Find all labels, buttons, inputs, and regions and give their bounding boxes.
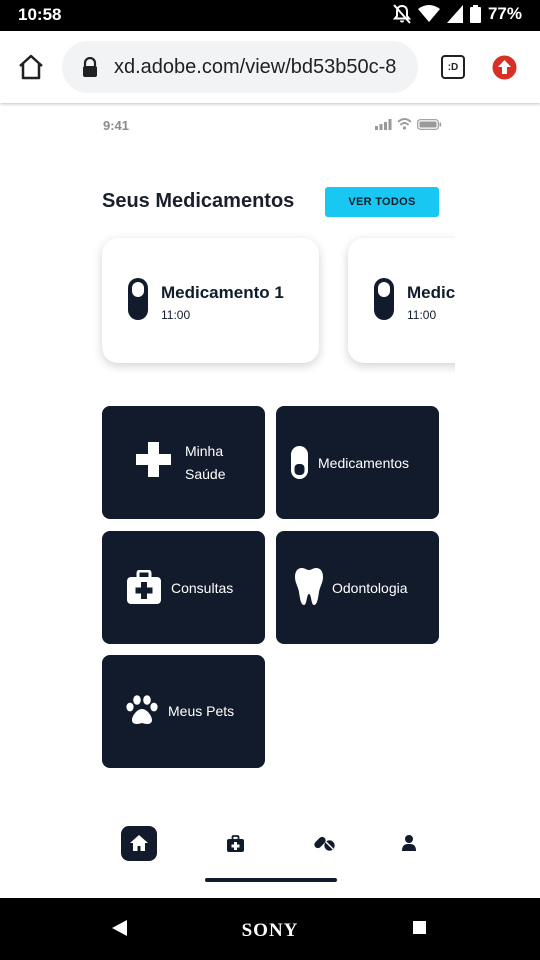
browser-toolbar: xd.adobe.com/view/bd53b50c-8 :D: [0, 31, 540, 103]
medical-cross-icon: [136, 442, 171, 477]
nav-home-button[interactable]: [121, 826, 157, 861]
android-nav-bar: SONY: [0, 898, 540, 960]
first-aid-kit-icon: [127, 570, 161, 604]
paw-icon: [126, 695, 158, 724]
section-title: Seus Medicamentos: [102, 190, 295, 212]
wifi-icon: [417, 5, 440, 22]
pills-icon[interactable]: [313, 836, 335, 851]
tile-label: Odontologia: [332, 580, 408, 596]
medication-name: Medicamento 1: [161, 283, 284, 302]
tab-count: :D: [447, 61, 459, 73]
tile-minha-saude[interactable]: Minha Saúde: [102, 406, 265, 519]
brand-logo: SONY: [241, 920, 299, 941]
tab-switcher-button[interactable]: :D: [441, 55, 465, 79]
first-aid-kit-icon[interactable]: [227, 835, 244, 852]
recents-icon[interactable]: [413, 921, 426, 934]
medication-card[interactable]: Medicamento 1 11:00: [102, 238, 319, 363]
phone-status-time: 9:41: [103, 118, 130, 133]
status-bar: 10:58 77%: [0, 0, 540, 31]
status-time: 10:58: [18, 5, 62, 24]
tile-label-line1: Minha: [185, 443, 224, 459]
update-icon[interactable]: [492, 55, 517, 80]
notifications-off-icon: [392, 4, 411, 24]
medication-name: Medicamento 2: [407, 283, 455, 302]
medication-time: 11:00: [407, 308, 437, 322]
pill-icon: [291, 446, 308, 479]
cellular-signal-icon: [375, 119, 392, 130]
status-icons: 77%: [392, 4, 522, 24]
wifi-small-icon: [397, 118, 412, 130]
home-icon: [130, 835, 148, 851]
tile-label: Consultas: [171, 580, 234, 596]
medication-carousel[interactable]: Medicamento 1 11:00 Medicamento 2 11:00: [92, 228, 455, 373]
user-icon[interactable]: [402, 835, 416, 851]
tile-meus-pets[interactable]: Meus Pets: [102, 655, 265, 768]
pill-icon: [374, 278, 394, 320]
tile-odontologia[interactable]: Odontologia: [276, 531, 439, 644]
address-bar[interactable]: xd.adobe.com/view/bd53b50c-8: [62, 41, 418, 93]
url-text: xd.adobe.com/view/bd53b50c-8: [114, 56, 397, 78]
tooth-icon: [295, 568, 323, 605]
battery-percent: 77%: [487, 4, 522, 23]
battery-small-icon: [417, 119, 442, 130]
tile-medicamentos[interactable]: Medicamentos: [276, 406, 439, 519]
lock-icon: [83, 57, 97, 77]
tile-label: Medicamentos: [318, 455, 410, 471]
home-icon[interactable]: [17, 53, 45, 81]
tile-label-line2: Saúde: [185, 466, 226, 482]
battery-icon: [469, 5, 481, 23]
signal-icon: [446, 5, 463, 23]
tile-label: Meus Pets: [168, 703, 235, 719]
pill-icon: [128, 278, 148, 320]
tile-consultas[interactable]: Consultas: [102, 531, 265, 644]
see-all-button[interactable]: VER TODOS: [325, 187, 439, 217]
home-indicator: [205, 878, 337, 882]
medication-time: 11:00: [161, 308, 191, 322]
medication-card[interactable]: Medicamento 2 11:00: [348, 238, 455, 363]
